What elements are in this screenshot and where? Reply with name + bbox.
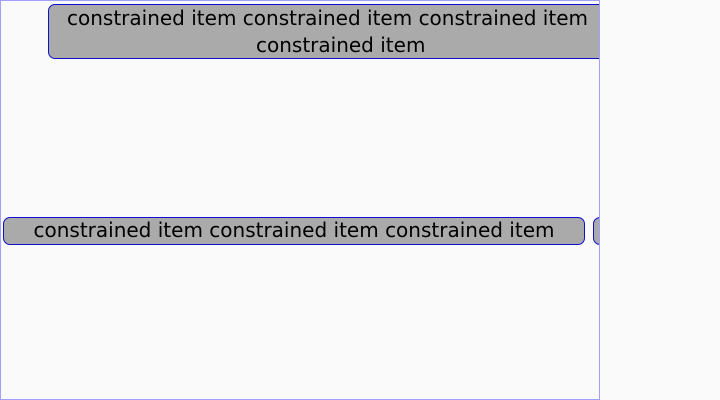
constrained-item-top: constrained item constrained item constr…	[48, 4, 599, 59]
constrained-item-top-line1: constrained item constrained item constr…	[67, 6, 588, 30]
constraint-container: constrained item constrained item constr…	[0, 0, 600, 400]
constrained-item-right	[593, 217, 599, 245]
constrained-item-top-line2: constrained item	[256, 33, 426, 57]
constrained-item-middle: constrained item constrained item constr…	[3, 217, 585, 245]
